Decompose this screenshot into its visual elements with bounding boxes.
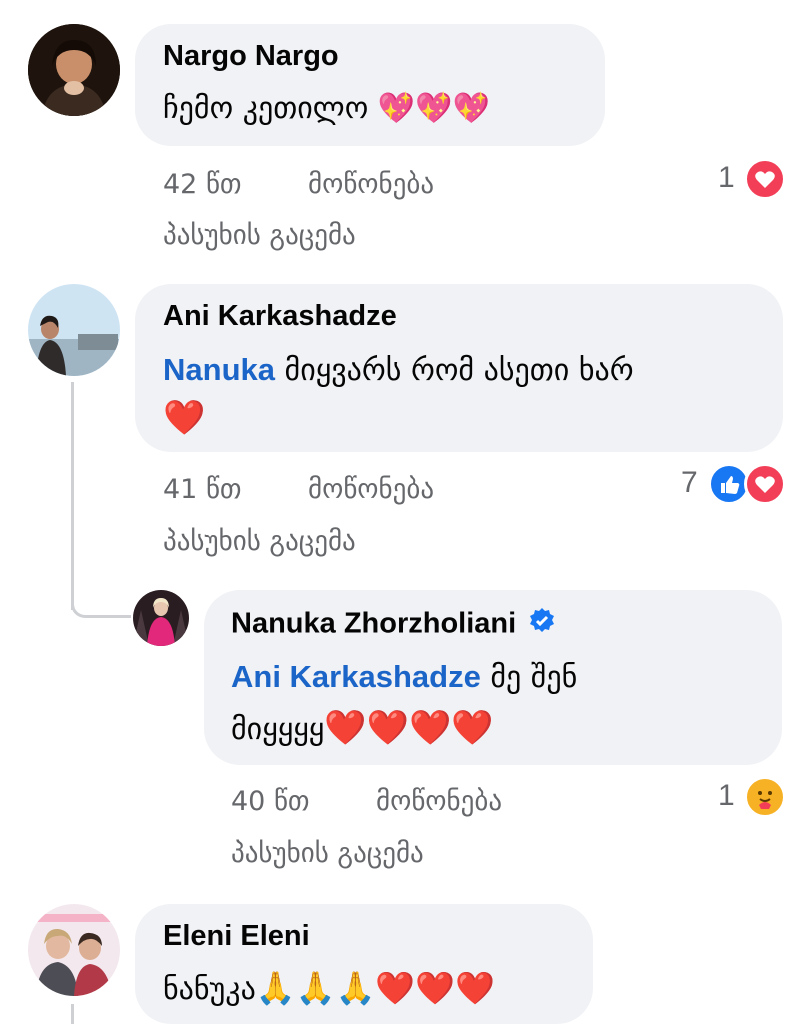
comment-body: ჩემო კეთილო [163,91,378,126]
like-link[interactable]: მოწონება [308,169,434,200]
thread-line [71,1004,74,1024]
comment-text: ნანუკა🙏🙏🙏❤️❤️❤️ [163,963,495,1015]
comment-time[interactable]: 42 წთ [163,169,242,200]
avatar[interactable] [28,904,120,996]
avatar[interactable] [133,590,189,646]
reply-text: Ani Karkashadze მე შენ [231,652,577,703]
avatar-image [133,590,189,646]
thread-line [71,382,74,610]
comment-author[interactable]: Eleni Eleni [163,920,310,953]
comment-text: ჩემო კეთილო 💖💖💖 [163,84,490,134]
comment-author[interactable]: Ani Karkashadze [163,300,397,333]
avatar[interactable] [28,24,120,116]
mention-link[interactable]: Ani Karkashadze [231,659,481,694]
love-reaction-icon[interactable] [744,158,786,200]
reply-author-name[interactable]: Nanuka Zhorzholiani [231,608,516,640]
reaction-count[interactable]: 7 [681,466,698,500]
avatar-image [28,24,120,116]
reply-body-line2: მიყყყყ [231,712,325,747]
comment-time[interactable]: 41 წთ [163,474,242,505]
like-link[interactable]: მოწონება [308,474,434,505]
comment-emoji-line: ❤️ [163,393,205,443]
care-reaction-icon[interactable] [744,776,786,818]
emoji-heart: ❤️ [163,398,206,438]
mention-link[interactable]: Nanuka [163,352,275,387]
comment-body: ნანუკა [163,972,256,1007]
comment-author[interactable]: Nargo Nargo [163,40,339,73]
like-link[interactable]: მოწონება [376,786,502,817]
reply-link[interactable]: პასუხის გაცემა [163,526,356,557]
comment-body: მიყვარს რომ ასეთი ხარ [274,353,634,388]
verified-badge-icon [528,607,556,643]
reply-body: მე შენ [480,660,578,695]
reaction-count[interactable]: 1 [718,779,735,813]
emoji-praying-hands-hearts: 🙏🙏🙏❤️❤️❤️ [255,969,495,1007]
reply-link[interactable]: პასუხის გაცემა [231,838,424,869]
reply-author[interactable]: Nanuka Zhorzholiani [231,607,556,643]
avatar-image [28,284,120,376]
thread-line-curve [71,604,131,618]
reply-text-line2: მიყყყყ❤️❤️❤️❤️ [231,703,494,755]
emoji-hearts: ❤️❤️❤️❤️ [324,708,494,748]
love-reaction-icon[interactable] [744,463,786,505]
avatar-image [28,904,120,996]
comment-text: Nanuka მიყვარს რომ ასეთი ხარ [163,345,634,396]
reply-link[interactable]: პასუხის გაცემა [163,220,356,251]
reaction-count[interactable]: 1 [718,161,735,195]
avatar[interactable] [28,284,120,376]
emoji-sparkling-hearts: 💖💖💖 [377,91,490,126]
reply-time[interactable]: 40 წთ [231,786,310,817]
